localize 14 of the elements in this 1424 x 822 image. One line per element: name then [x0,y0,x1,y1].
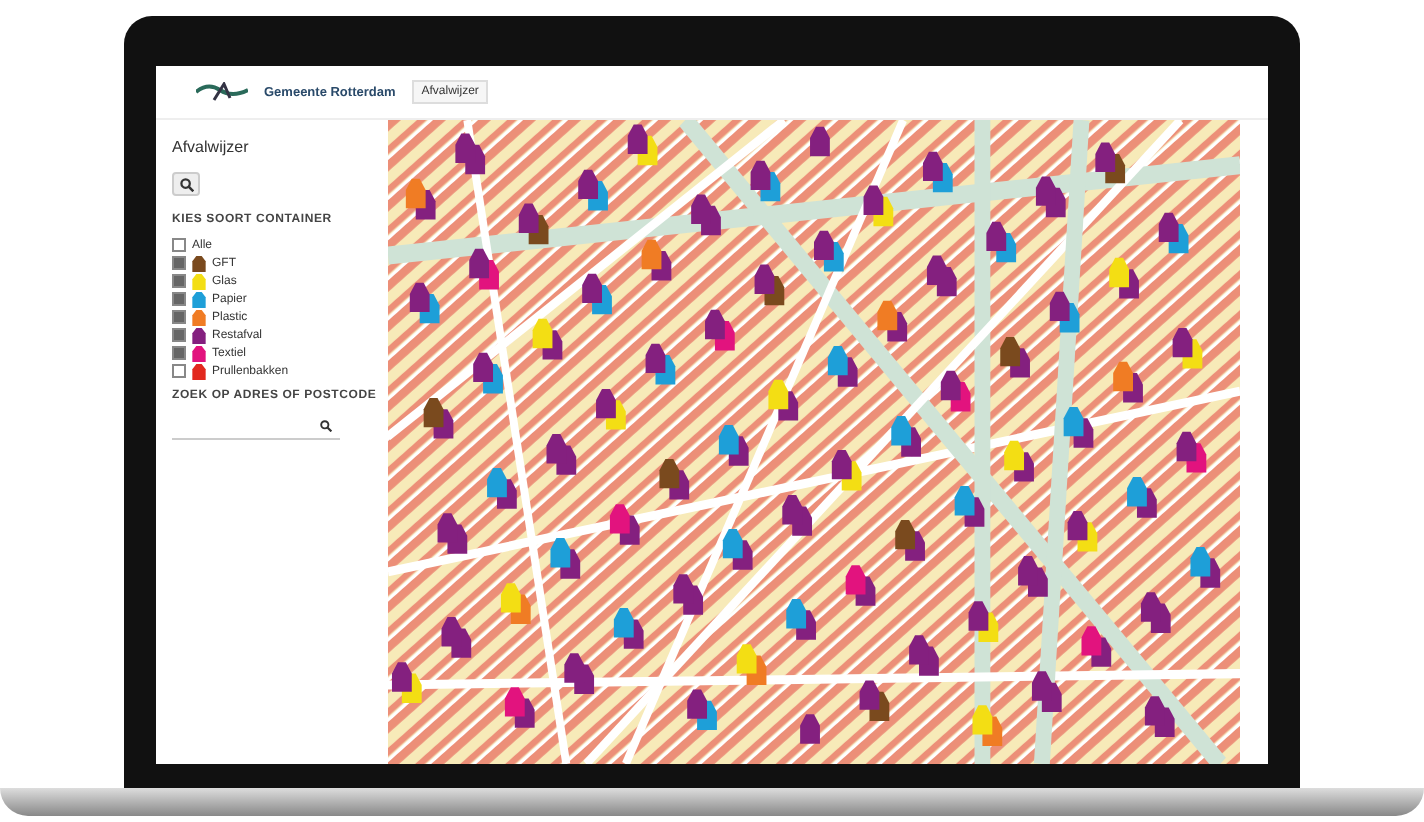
map-drawing[interactable] [388,120,1240,764]
checkbox[interactable] [172,364,186,378]
checkbox[interactable] [172,256,186,270]
page-title: Afvalwijzer [172,138,251,156]
search-icon [320,419,332,431]
search-icon [179,177,193,191]
checkbox[interactable] [172,292,186,306]
checkbox[interactable] [172,346,186,360]
checkbox[interactable] [172,310,186,324]
logo-icon [196,82,248,102]
search-button[interactable] [172,172,200,196]
checkbox[interactable] [172,274,186,288]
checkbox[interactable] [172,328,186,342]
checkbox[interactable] [172,238,186,252]
